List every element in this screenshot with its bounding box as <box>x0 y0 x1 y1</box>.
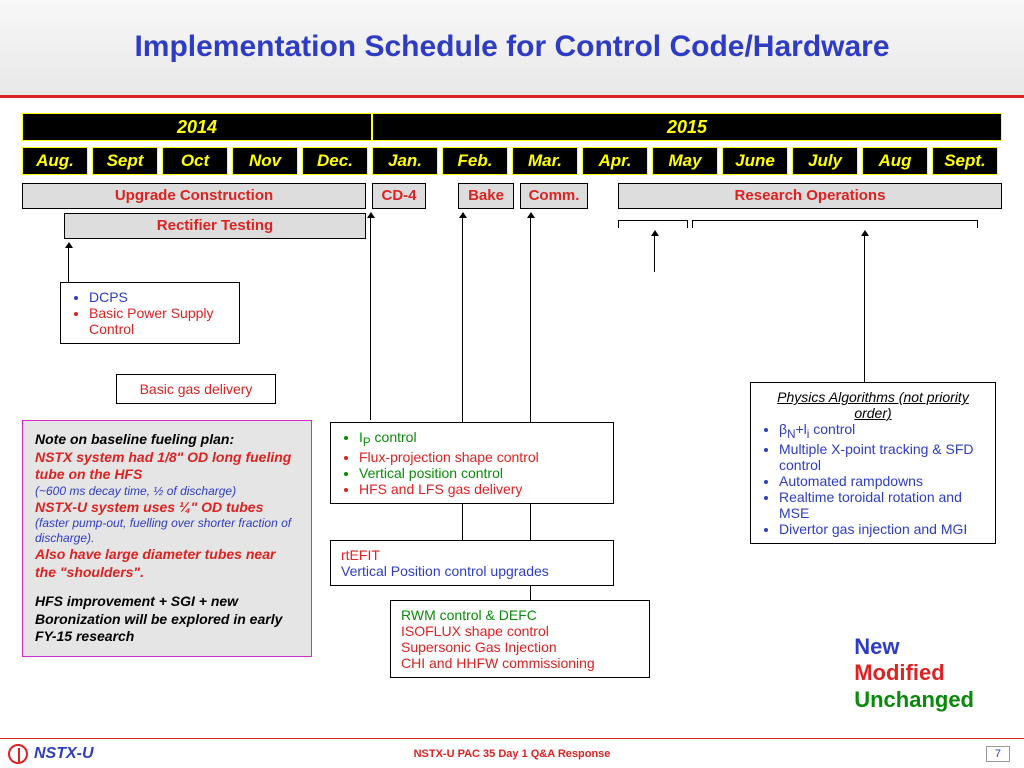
vert-pos: Vertical position control <box>359 465 603 481</box>
legend-mod: Modified <box>854 660 974 686</box>
rtefit: rtEFIT <box>341 547 603 563</box>
legend: New Modified Unchanged <box>854 634 974 713</box>
phase-cd4: CD-4 <box>372 183 426 209</box>
phase-rectifier: Rectifier Testing <box>64 213 366 239</box>
page-number: 7 <box>986 746 1010 762</box>
vert-upg: Vertical Position control upgrades <box>341 563 603 579</box>
chi: CHI and HHFW commissioning <box>401 655 639 671</box>
page-title: Implementation Schedule for Control Code… <box>0 30 1024 64</box>
phys-beta: βN+li control <box>779 421 985 441</box>
bps-item: Basic Power Supply Control <box>89 305 229 337</box>
month-cell: Dec. <box>302 147 368 175</box>
month-row: Aug.SeptOctNovDec.Jan.Feb.Mar.Apr.MayJun… <box>22 147 998 175</box>
month-cell: Sept. <box>932 147 998 175</box>
note-l5: Also have large diameter tubes near the … <box>35 546 299 581</box>
box-rtefit: rtEFIT Vertical Position control upgrade… <box>330 540 614 586</box>
legend-new: New <box>854 634 974 660</box>
arrow-ip <box>370 214 371 420</box>
phase-bake: Bake <box>458 183 514 209</box>
note-box: Note on baseline fueling plan: NSTX syst… <box>22 420 312 657</box>
box-gas: Basic gas delivery <box>116 374 276 404</box>
note-l4: (faster pump-out, fuelling over shorter … <box>35 516 299 546</box>
phase-research: Research Operations <box>618 183 1002 209</box>
phase-comm: Comm. <box>520 183 588 209</box>
year-2015: 2015 <box>372 113 1002 141</box>
box-ip: IP control Flux-projection shape control… <box>330 422 614 504</box>
phys-title: Physics Algorithms (not priority order) <box>761 389 985 421</box>
logo-icon <box>8 744 28 764</box>
month-cell: Sept <box>92 147 158 175</box>
phys-xpoint: Multiple X-point tracking & SFD control <box>779 441 985 473</box>
month-cell: Aug. <box>22 147 88 175</box>
brace-2 <box>692 220 978 228</box>
rwm: RWM control & DEFC <box>401 607 639 623</box>
dcps-item: DCPS <box>89 289 229 305</box>
phase-upgrade: Upgrade Construction <box>22 183 366 209</box>
year-2014: 2014 <box>22 113 372 141</box>
brand: NSTX-U <box>34 745 94 763</box>
box-physics: Physics Algorithms (not priority order) … <box>750 382 996 544</box>
year-row: 2014 2015 <box>22 113 1002 141</box>
sgi: Supersonic Gas Injection <box>401 639 639 655</box>
month-cell: Nov <box>232 147 298 175</box>
note-title: Note on baseline fueling plan: <box>35 431 299 449</box>
footer-center: NSTX-U PAC 35 Day 1 Q&A Response <box>414 748 611 760</box>
flux-proj: Flux-projection shape control <box>359 449 603 465</box>
legend-unch: Unchanged <box>854 687 974 713</box>
month-cell: Apr. <box>582 147 648 175</box>
month-cell: Oct <box>162 147 228 175</box>
phys-rotation: Realtime toroidal rotation and MSE <box>779 489 985 521</box>
month-cell: Aug <box>862 147 928 175</box>
note-l1: NSTX system had 1/8" OD long fueling tub… <box>35 449 299 484</box>
phys-divertor: Divertor gas injection and MGI <box>779 521 985 537</box>
note-l2: (~600 ms decay time, ½ of discharge) <box>35 484 299 499</box>
arrow-dcps <box>68 244 69 282</box>
month-cell: July <box>792 147 858 175</box>
arrow-phys <box>864 232 865 382</box>
month-cell: May <box>652 147 718 175</box>
divider <box>0 95 1024 98</box>
isoflux: ISOFLUX shape control <box>401 623 639 639</box>
hfs-lfs: HFS and LFS gas delivery <box>359 481 603 497</box>
note-l6: HFS improvement + SGI + new Boronization… <box>35 593 299 646</box>
month-cell: Mar. <box>512 147 578 175</box>
box-dcps: DCPS Basic Power Supply Control <box>60 282 240 344</box>
arrow-br1 <box>654 232 655 272</box>
ip-control: IP control <box>359 429 603 449</box>
note-l3: NSTX-U system uses ¼" OD tubes <box>35 499 299 517</box>
phys-ramp: Automated rampdowns <box>779 473 985 489</box>
footer: NSTX-U NSTX-U PAC 35 Day 1 Q&A Response <box>0 738 1024 768</box>
box-rwm: RWM control & DEFC ISOFLUX shape control… <box>390 600 650 678</box>
month-cell: Jan. <box>372 147 438 175</box>
month-cell: Feb. <box>442 147 508 175</box>
month-cell: June <box>722 147 788 175</box>
